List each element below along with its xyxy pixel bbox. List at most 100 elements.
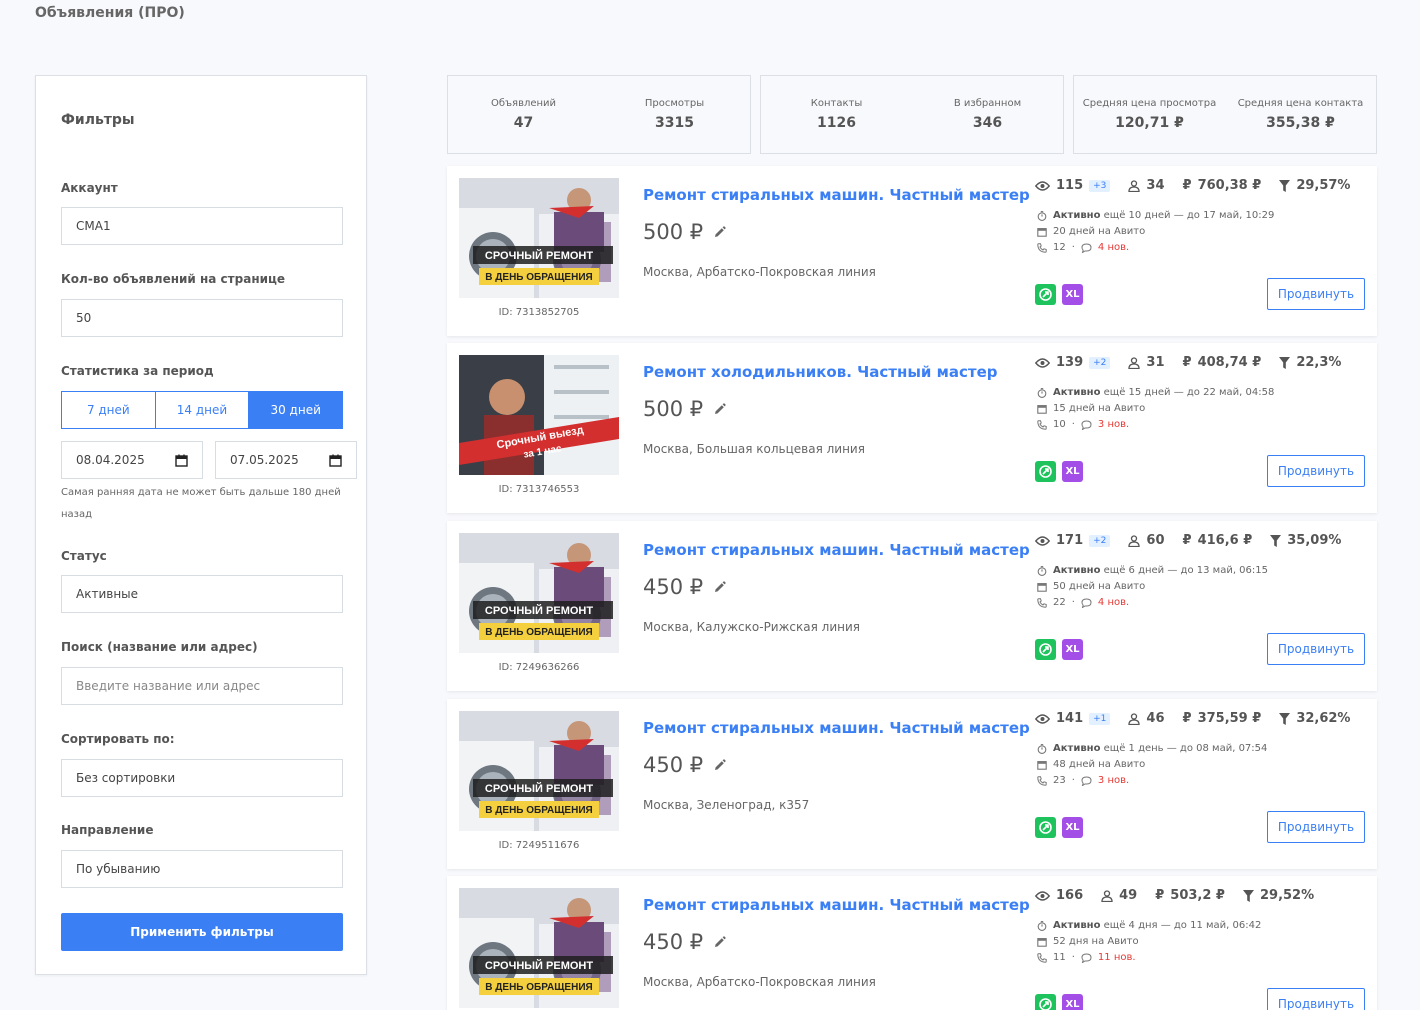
conversion-value: 35,09% xyxy=(1287,533,1342,548)
days-on-avito: 52 дня на Авито xyxy=(1053,936,1139,947)
period-14-days-button[interactable]: 14 дней xyxy=(155,391,250,429)
date-from-input[interactable]: 08.04.2025 xyxy=(61,441,203,479)
chat-icon xyxy=(1081,420,1092,430)
stat-label: Средняя цена контакта xyxy=(1237,98,1364,109)
status-label: Статус xyxy=(61,549,107,563)
sort-select[interactable]: Без сортировки xyxy=(61,759,343,797)
listing-title-link[interactable]: Ремонт стиральных машин. Частный мастер xyxy=(643,186,1030,204)
per-page-input[interactable]: 50 xyxy=(61,299,343,337)
filter-funnel-icon xyxy=(1279,179,1291,192)
activity-row: 12 · 4 нов. xyxy=(1037,240,1274,256)
edit-price-icon[interactable] xyxy=(713,402,726,416)
listing-card: СРОЧНЫЙ РЕМОНТ В ДЕНЬ ОБРАЩЕНИЯ ID: 73138… xyxy=(447,166,1377,336)
calendar-icon[interactable] xyxy=(175,454,188,467)
phone-icon xyxy=(1037,243,1047,253)
conversion-value: 29,57% xyxy=(1296,178,1351,193)
days-on-avito: 50 дней на Авито xyxy=(1053,581,1146,592)
service-badges: XL xyxy=(1035,284,1083,305)
price-value: 500 ₽ xyxy=(643,397,704,421)
status-word: Активно xyxy=(1053,565,1101,576)
status-word: Активно xyxy=(1053,387,1101,398)
calls-value: 10 xyxy=(1053,419,1066,430)
listing-thumbnail[interactable]: Срочный выезд за 1 час xyxy=(459,355,619,475)
listing-info: Активно ещё 1 день — до 08 май, 07:54 48… xyxy=(1037,741,1267,789)
status-row: Активно ещё 6 дней — до 13 май, 06:15 xyxy=(1037,563,1268,579)
stat-avg-contact-price: Средняя цена контакта 355,38 ₽ xyxy=(1225,76,1376,153)
listing-thumbnail[interactable]: СРОЧНЫЙ РЕМОНТ В ДЕНЬ ОБРАЩЕНИЯ xyxy=(459,533,619,653)
listing-info: Активно ещё 15 дней — до 22 май, 04:58 1… xyxy=(1037,385,1274,433)
period-7-days-button[interactable]: 7 дней xyxy=(61,391,156,429)
status-rest: ещё 15 дней — до 22 май, 04:58 xyxy=(1103,387,1275,398)
account-select[interactable]: СМА1 xyxy=(61,207,343,245)
period-30-days-button[interactable]: 30 дней xyxy=(249,391,344,429)
calendar-icon xyxy=(1037,582,1047,592)
views-value: 171 xyxy=(1056,533,1084,548)
stopwatch-icon xyxy=(1037,388,1047,398)
eye-icon xyxy=(1035,890,1050,901)
listing-title-link[interactable]: Ремонт холодильников. Частный мастер xyxy=(643,363,998,381)
promote-button[interactable]: Продвинуть xyxy=(1267,455,1365,487)
xl-service-badge[interactable]: XL xyxy=(1062,284,1083,305)
contacts-metric: 60 xyxy=(1128,533,1165,548)
promote-button[interactable]: Продвинуть xyxy=(1267,633,1365,665)
status-select[interactable]: Активные xyxy=(61,575,343,613)
promotion-service-icon[interactable] xyxy=(1035,817,1056,838)
status-rest: ещё 6 дней — до 13 май, 06:15 xyxy=(1103,565,1268,576)
xl-service-badge[interactable]: XL xyxy=(1062,639,1083,660)
status-word: Активно xyxy=(1053,210,1101,221)
calendar-icon xyxy=(1037,937,1047,947)
per-page-label: Кол-во объявлений на странице xyxy=(61,272,286,286)
stat-listings: Объявлений 47 xyxy=(448,76,599,153)
promotion-service-icon[interactable] xyxy=(1035,639,1056,660)
edit-price-icon[interactable] xyxy=(713,225,726,239)
listing-price: 450 ₽ xyxy=(643,753,726,777)
stat-card-prices: Средняя цена просмотра 120,71 ₽ Средняя … xyxy=(1073,75,1377,154)
period-toggle-group: 7 дней 14 дней 30 дней xyxy=(61,391,344,429)
filter-funnel-icon xyxy=(1279,712,1291,725)
edit-price-icon[interactable] xyxy=(713,758,726,772)
edit-price-icon[interactable] xyxy=(713,580,726,594)
filter-funnel-icon xyxy=(1270,534,1282,547)
listing-thumbnail[interactable]: СРОЧНЫЙ РЕМОНТ В ДЕНЬ ОБРАЩЕНИЯ xyxy=(459,178,619,298)
new-messages[interactable]: 3 нов. xyxy=(1098,773,1129,789)
listing-title-link[interactable]: Ремонт стиральных машин. Частный мастер xyxy=(643,719,1030,737)
promote-button[interactable]: Продвинуть xyxy=(1267,278,1365,310)
listing-metrics: 171 +2 60 ₽ 416,6 ₽ 35,09% xyxy=(1035,533,1359,548)
direction-select[interactable]: По убыванию xyxy=(61,850,343,888)
promote-button[interactable]: Продвинуть xyxy=(1267,988,1365,1010)
stat-label: Контакты xyxy=(810,98,863,109)
conversion-metric: 35,09% xyxy=(1270,533,1341,548)
person-icon xyxy=(1128,712,1141,725)
xl-service-badge[interactable]: XL xyxy=(1062,994,1083,1010)
date-to-input[interactable]: 07.05.2025 xyxy=(215,441,357,479)
promotion-service-icon[interactable] xyxy=(1035,284,1056,305)
listing-thumbnail[interactable]: СРОЧНЫЙ РЕМОНТ В ДЕНЬ ОБРАЩЕНИЯ xyxy=(459,888,619,1008)
edit-price-icon[interactable] xyxy=(713,935,726,949)
promote-button[interactable]: Продвинуть xyxy=(1267,811,1365,843)
xl-service-badge[interactable]: XL xyxy=(1062,461,1083,482)
listing-thumbnail[interactable]: СРОЧНЫЙ РЕМОНТ В ДЕНЬ ОБРАЩЕНИЯ xyxy=(459,711,619,831)
views-value: 115 xyxy=(1056,178,1084,193)
conversion-metric: 29,52% xyxy=(1242,888,1314,903)
calendar-icon[interactable] xyxy=(329,454,342,467)
xl-service-badge[interactable]: XL xyxy=(1062,817,1083,838)
conversion-metric: 22,3% xyxy=(1279,355,1341,370)
new-messages[interactable]: 4 нов. xyxy=(1098,240,1129,256)
apply-filters-button[interactable]: Применить фильтры xyxy=(61,913,343,951)
days-row: 52 дня на Авито xyxy=(1037,934,1261,950)
search-input[interactable]: Введите название или адрес xyxy=(61,667,343,705)
listing-title-link[interactable]: Ремонт стиральных машин. Частный мастер xyxy=(643,896,1030,914)
views-delta-badge: +2 xyxy=(1089,534,1111,547)
new-messages[interactable]: 3 нов. xyxy=(1098,417,1129,433)
separator-dot: · xyxy=(1071,419,1075,430)
listing-title-link[interactable]: Ремонт стиральных машин. Частный мастер xyxy=(643,541,1030,559)
new-messages[interactable]: 11 нов. xyxy=(1098,950,1136,966)
cost-metric: ₽ 760,38 ₽ xyxy=(1183,178,1262,193)
promotion-service-icon[interactable] xyxy=(1035,461,1056,482)
listing-address: Москва, Арбатско-Покровская линия xyxy=(643,265,876,279)
service-badges: XL xyxy=(1035,994,1083,1010)
per-page-value: 50 xyxy=(76,311,92,325)
promotion-service-icon[interactable] xyxy=(1035,994,1056,1010)
new-messages[interactable]: 4 нов. xyxy=(1098,595,1129,611)
calls-value: 23 xyxy=(1053,775,1066,786)
